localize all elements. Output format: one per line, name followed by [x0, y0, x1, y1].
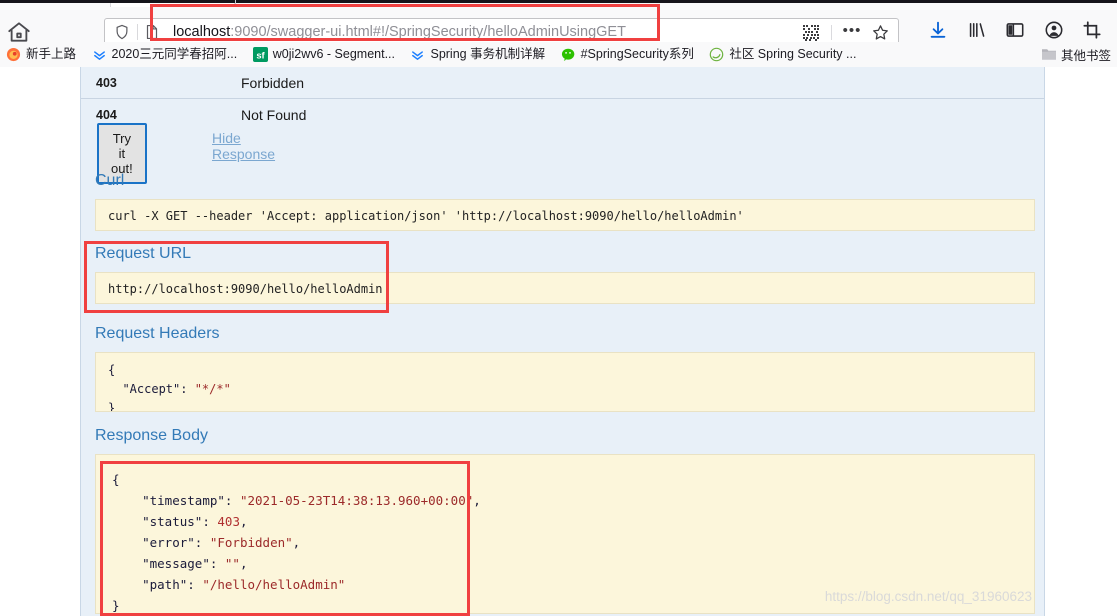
json-value-status: 403 — [217, 514, 240, 529]
request-headers-section: Request Headers { "Accept": "*/*" } — [95, 324, 1035, 412]
reader-view-icon[interactable] — [143, 23, 161, 41]
response-reason: Forbidden — [241, 75, 305, 91]
account-icon[interactable] — [1037, 19, 1071, 43]
json-value-error: "Forbidden" — [209, 535, 293, 550]
json-key-message: "message" — [142, 556, 210, 571]
navigation-toolbar: localhost:9090/swagger-ui.html#!/SpringS… — [0, 7, 1117, 45]
header-value: "*/*" — [194, 382, 231, 396]
json-close-brace: } — [112, 598, 120, 613]
json-value-timestamp: "2021-05-23T14:38:13.960+00:00" — [239, 493, 474, 508]
response-body-title: Response Body — [95, 427, 208, 444]
sidebar-icon[interactable] — [998, 19, 1032, 43]
request-headers-title: Request Headers — [95, 325, 220, 342]
table-row: 403 Forbidden — [81, 67, 1044, 99]
bookmark-label: w0ji2wv6 - Segment... — [272, 47, 395, 61]
request-url-title: Request URL — [95, 245, 192, 262]
response-body-value: { "timestamp": "2021-05-23T14:38:13.960+… — [95, 454, 1035, 614]
json-open-brace: { — [112, 472, 120, 487]
json-key-error: "error" — [142, 535, 195, 550]
juejin-icon — [410, 47, 425, 62]
response-body-section: Response Body { "timestamp": "2021-05-23… — [95, 426, 1035, 614]
other-bookmarks-button[interactable]: 其他书签 — [1037, 42, 1115, 67]
bookmarks-toolbar: 新手上路 2020三元同学春招阿... sf w0ji2wv6 - Segmen… — [0, 42, 1117, 68]
response-code: 403 — [96, 76, 117, 90]
other-bookmarks-label: 其他书签 — [1060, 49, 1111, 63]
json-close-brace: } — [108, 401, 116, 412]
swagger-operation-panel: 403 Forbidden 404 Not Found Try it out! … — [80, 67, 1045, 616]
svg-text:sf: sf — [256, 50, 265, 60]
bookmark-label: 社区 Spring Security ... — [729, 47, 857, 61]
url-host: localhost — [173, 24, 231, 40]
folder-icon — [1041, 47, 1056, 62]
curl-section: Curl curl -X GET --header 'Accept: appli… — [95, 171, 1035, 231]
json-value-message: "" — [224, 556, 240, 571]
downloads-icon[interactable] — [921, 19, 955, 43]
bookmark-item[interactable]: Spring 事务机制详解 — [404, 42, 551, 67]
page-actions-menu-icon[interactable]: ••• — [842, 23, 862, 42]
bookmark-item[interactable]: #SpringSecurity系列 — [555, 42, 700, 67]
browser-window: localhost:9090/swagger-ui.html#!/SpringS… — [0, 0, 1117, 616]
bookmark-star-icon[interactable] — [871, 23, 890, 42]
bookmark-item[interactable]: 2020三元同学春招阿... — [86, 42, 244, 67]
segmentfault-icon: sf — [252, 47, 268, 62]
wechat-icon — [561, 47, 576, 62]
json-key-timestamp: "timestamp" — [142, 493, 225, 508]
tab-strip — [0, 0, 1117, 7]
shield-icon[interactable] — [113, 23, 131, 41]
curl-title: Curl — [95, 172, 125, 189]
firefox-icon — [6, 47, 21, 62]
address-bar-divider — [137, 24, 138, 40]
qr-code-icon[interactable] — [802, 24, 820, 42]
address-bar[interactable]: localhost:9090/swagger-ui.html#!/SpringS… — [104, 18, 899, 45]
response-reason: Not Found — [241, 107, 307, 123]
json-value-path: "/hello/helloAdmin" — [202, 577, 346, 592]
bookmark-label: 2020三元同学春招阿... — [111, 47, 238, 61]
json-open-brace: { — [108, 363, 116, 377]
request-headers-value: { "Accept": "*/*" } — [95, 352, 1035, 412]
toolbar-icons — [921, 19, 1109, 43]
curl-command: curl -X GET --header 'Accept: applicatio… — [95, 199, 1035, 231]
address-bar-separator — [831, 25, 832, 40]
library-icon[interactable] — [960, 19, 994, 43]
bookmark-item[interactable]: 社区 Spring Security ... — [703, 42, 862, 67]
response-codes-table: 403 Forbidden 404 Not Found — [81, 67, 1044, 131]
request-url-section: Request URL http://localhost:9090/hello/… — [95, 244, 1035, 304]
screenshot-icon[interactable] — [1075, 19, 1109, 43]
bookmark-item[interactable]: sf w0ji2wv6 - Segment... — [247, 42, 401, 67]
table-row: 404 Not Found — [81, 99, 1044, 131]
tab-separator — [235, 0, 236, 7]
json-key-path: "path" — [142, 577, 188, 592]
bookmark-label: #SpringSecurity系列 — [580, 47, 694, 61]
bookmark-label: Spring 事务机制详解 — [430, 47, 546, 61]
spring-icon — [709, 47, 724, 62]
page-content: 403 Forbidden 404 Not Found Try it out! … — [0, 67, 1117, 616]
bookmark-item[interactable]: 新手上路 — [0, 42, 82, 67]
json-key-status: "status" — [142, 514, 203, 529]
request-url-value: http://localhost:9090/hello/helloAdmin — [95, 272, 1035, 304]
header-key: "Accept" — [122, 382, 181, 396]
address-bar-url[interactable]: localhost:9090/swagger-ui.html#!/SpringS… — [173, 23, 626, 42]
bookmark-label: 新手上路 — [26, 47, 77, 61]
juejin-icon — [92, 47, 107, 62]
url-path: :9090/swagger-ui.html#!/SpringSecurity/h… — [230, 24, 626, 40]
hide-response-link[interactable]: Hide Response — [212, 130, 275, 162]
